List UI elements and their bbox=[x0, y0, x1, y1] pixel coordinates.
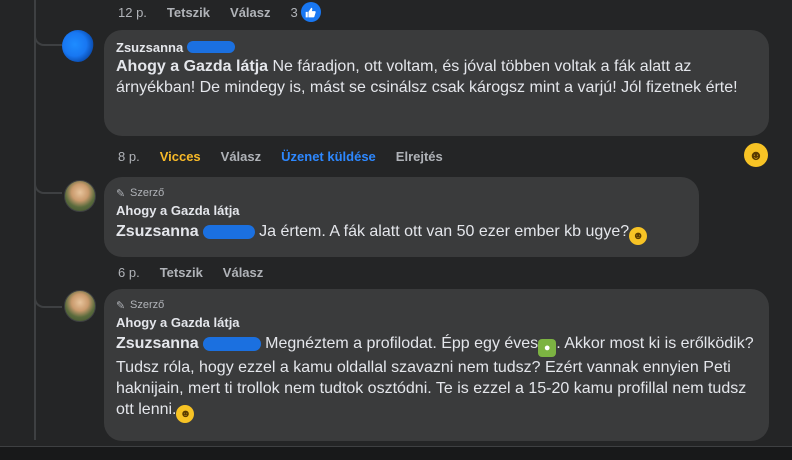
comment-text: Zsuzsanna Megnéztem a profilodat. Épp eg… bbox=[116, 333, 757, 423]
reaction-summary[interactable]: 3 bbox=[291, 2, 321, 22]
emoji-icon[interactable]: ☻ bbox=[744, 143, 768, 167]
redacted-surname bbox=[202, 224, 255, 239]
reaction-count: 3 bbox=[290, 4, 298, 20]
comment-bubble: ✎ Szerző Ahogy a Gazda látja Zsuzsanna M… bbox=[104, 289, 769, 441]
author-name[interactable]: Ahogy a Gazda látja bbox=[116, 203, 240, 218]
like-button[interactable]: Tetszik bbox=[167, 5, 210, 20]
reaction-button[interactable]: Vicces bbox=[160, 149, 201, 164]
microphone-icon: ✎ bbox=[116, 187, 126, 200]
redacted-surname bbox=[187, 41, 236, 53]
comment-author: Zsuzsanna bbox=[116, 38, 757, 56]
author-name[interactable]: Ahogy a Gazda látja bbox=[116, 315, 240, 330]
comment-author: Ahogy a Gazda látja bbox=[116, 201, 687, 219]
laughing-emoji-icon: ☻ bbox=[176, 405, 195, 423]
reply-button[interactable]: Válasz bbox=[223, 265, 263, 280]
comment-text: Ahogy a Gazda látja Ne fáradjon, ott vol… bbox=[116, 56, 757, 98]
comment-timestamp[interactable]: 12 p. bbox=[118, 5, 147, 20]
thread-connector bbox=[34, 168, 62, 194]
mention-link[interactable]: Zsuzsanna bbox=[116, 223, 199, 240]
laughing-emoji-icon: ☻ bbox=[629, 227, 648, 245]
page-footer-edge bbox=[0, 446, 792, 460]
thread-connector bbox=[34, 282, 62, 308]
baby-emoji-icon: ● bbox=[538, 339, 557, 357]
author-name[interactable]: Zsuzsanna bbox=[116, 40, 183, 55]
hide-button[interactable]: Elrejtés bbox=[396, 149, 443, 164]
redacted-surname bbox=[202, 336, 261, 351]
comment-actions: 8 p. Vicces Válasz Üzenet küldése Elrejt… bbox=[118, 147, 463, 165]
reply-button[interactable]: Válasz bbox=[230, 5, 270, 20]
comment-text: Zsuzsanna Ja értem. A fák alatt ott van … bbox=[116, 221, 687, 245]
comment-actions: 6 p. Tetszik Válasz bbox=[118, 263, 283, 281]
reply-button[interactable]: Válasz bbox=[221, 149, 261, 164]
send-message-button[interactable]: Üzenet küldése bbox=[281, 149, 376, 164]
avatar[interactable] bbox=[62, 30, 94, 62]
mention-link[interactable]: Zsuzsanna bbox=[116, 335, 199, 352]
comment-actions: 12 p. Tetszik Válasz 3 bbox=[118, 2, 321, 22]
avatar[interactable] bbox=[64, 180, 96, 212]
comment-timestamp[interactable]: 8 p. bbox=[118, 149, 140, 164]
comment-bubble: ✎ Szerző Ahogy a Gazda látja Zsuzsanna J… bbox=[104, 177, 699, 257]
mention-link[interactable]: Ahogy a Gazda látja bbox=[116, 58, 268, 75]
avatar[interactable] bbox=[64, 290, 96, 322]
badge-label: Szerző bbox=[130, 187, 165, 199]
like-button[interactable]: Tetszik bbox=[160, 265, 203, 280]
microphone-icon: ✎ bbox=[116, 299, 126, 312]
author-badge: ✎ Szerző bbox=[116, 185, 687, 201]
comment-timestamp[interactable]: 6 p. bbox=[118, 265, 140, 280]
thumbs-up-icon bbox=[300, 2, 321, 22]
thread-connector bbox=[34, 22, 62, 46]
comment-bubble: Zsuzsanna Ahogy a Gazda látja Ne fáradjo… bbox=[104, 30, 769, 136]
comment-body-part1: Megnéztem a profilodat. Épp egy éves bbox=[260, 335, 539, 352]
badge-label: Szerző bbox=[130, 299, 165, 311]
comment-body: Ja értem. A fák alatt ott van 50 ezer em… bbox=[254, 223, 630, 240]
comment-author: Ahogy a Gazda látja bbox=[116, 313, 757, 331]
thread-line bbox=[34, 0, 36, 440]
author-badge: ✎ Szerző bbox=[116, 297, 757, 313]
